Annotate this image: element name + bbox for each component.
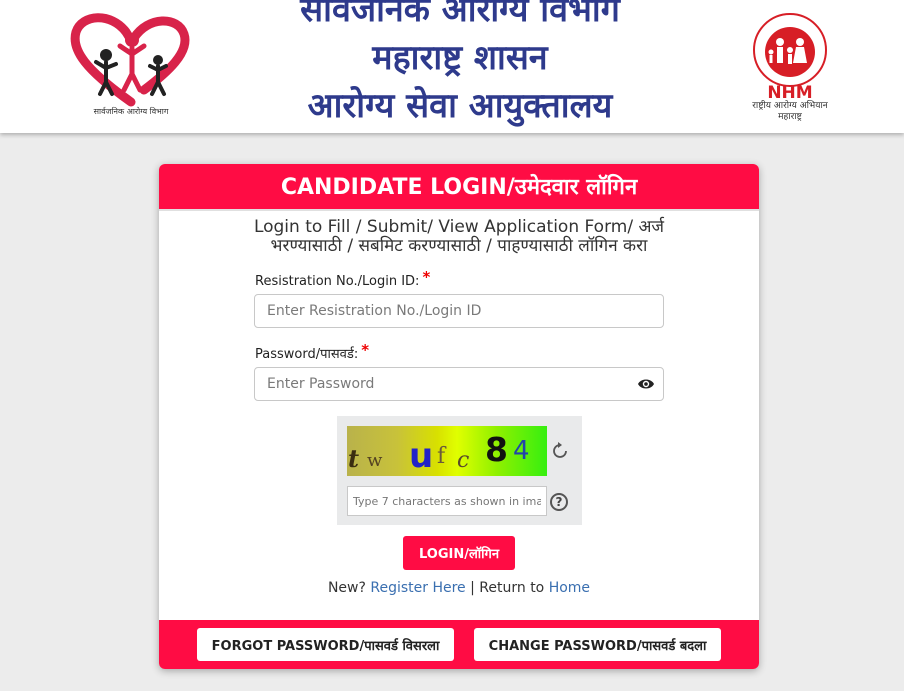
password-label-text: Password/पासवर्ड: xyxy=(255,347,359,362)
login-subtitle: Login to Fill / Submit/ View Application… xyxy=(219,218,699,256)
home-link[interactable]: Home xyxy=(549,580,590,596)
captcha-help-icon[interactable]: ? xyxy=(550,493,568,511)
required-mark: * xyxy=(422,268,431,286)
left-logo-caption: सार्वजनिक आरोग्य विभाग xyxy=(93,107,169,116)
register-here-link[interactable]: Register Here xyxy=(370,580,465,596)
header-title: सार्वजनिक आरोग्य विभाग महाराष्ट्र शासन आ… xyxy=(200,0,720,130)
card-title: CANDIDATE LOGIN/उमेदवार लॉगिन xyxy=(159,164,759,211)
change-password-button[interactable]: CHANGE PASSWORD/पासवर्ड बदला xyxy=(474,628,721,661)
nhm-logo: NHM राष्ट्रीय आरोग्य अभियान महाराष्ट्र xyxy=(725,10,855,130)
new-text: New? xyxy=(327,580,366,596)
captcha-char: c xyxy=(457,448,470,473)
heart-family-icon xyxy=(70,13,190,107)
nhm-text: NHM xyxy=(767,83,813,103)
captcha-char: 8 xyxy=(485,430,508,469)
password-label: Password/पासवर्ड: * xyxy=(255,341,370,362)
login-id-label: Resistration No./Login ID: * xyxy=(255,268,431,289)
return-to-text: Return to xyxy=(479,580,545,596)
captcha-char: f xyxy=(437,444,446,469)
public-health-department-logo: सार्वजनिक आरोग्य विभाग xyxy=(66,10,196,125)
password-input[interactable] xyxy=(254,367,664,401)
header-title-line1: सार्वजनिक आरोग्य विभाग xyxy=(300,0,620,30)
captcha-box: t w u f c 8 4 ? xyxy=(337,416,582,525)
login-button[interactable]: LOGIN/लॉगिन xyxy=(403,536,515,570)
captcha-char: t xyxy=(348,444,360,473)
header-title-line2: महाराष्ट्र शासन xyxy=(372,38,548,78)
subtitle-line2: भरण्यासाठी / सबमिट करण्यासाठी / पाहण्यास… xyxy=(270,236,648,256)
forgot-password-button[interactable]: FORGOT PASSWORD/पासवर्ड विसरला xyxy=(197,628,454,661)
nhm-caption-line2: महाराष्ट्र xyxy=(778,112,802,122)
header-title-line3: आरोग्य सेवा आयुक्तालय xyxy=(307,86,613,126)
captcha-char: 4 xyxy=(513,436,530,466)
candidate-login-card: CANDIDATE LOGIN/उमेदवार लॉगिन Login to F… xyxy=(159,164,759,669)
nhm-caption-line1: राष्ट्रीय आरोग्य अभियान xyxy=(752,101,828,111)
captcha-image: t w u f c 8 4 xyxy=(347,426,547,476)
captcha-char: u xyxy=(409,436,434,476)
required-mark: * xyxy=(361,341,370,359)
nhm-emblem-icon xyxy=(753,13,827,87)
login-id-label-text: Resistration No./Login ID: xyxy=(255,274,420,289)
separator: | xyxy=(470,580,475,596)
refresh-captcha-icon[interactable] xyxy=(550,441,570,461)
register-home-links: New? Register Here | Return to Home xyxy=(159,580,759,596)
page-header: सार्वजनिक आरोग्य विभाग सार्वजनिक आरोग्य … xyxy=(0,0,904,133)
subtitle-line1: Login to Fill / Submit/ View Application… xyxy=(253,217,665,237)
show-password-eye-icon[interactable] xyxy=(637,377,655,391)
login-id-input[interactable] xyxy=(254,294,664,328)
nhm-caption: राष्ट्रीय आरोग्य अभियान महाराष्ट्र xyxy=(725,101,855,123)
captcha-input[interactable] xyxy=(347,486,547,516)
captcha-char: w xyxy=(367,450,383,471)
card-footer: FORGOT PASSWORD/पासवर्ड विसरला CHANGE PA… xyxy=(159,620,759,669)
